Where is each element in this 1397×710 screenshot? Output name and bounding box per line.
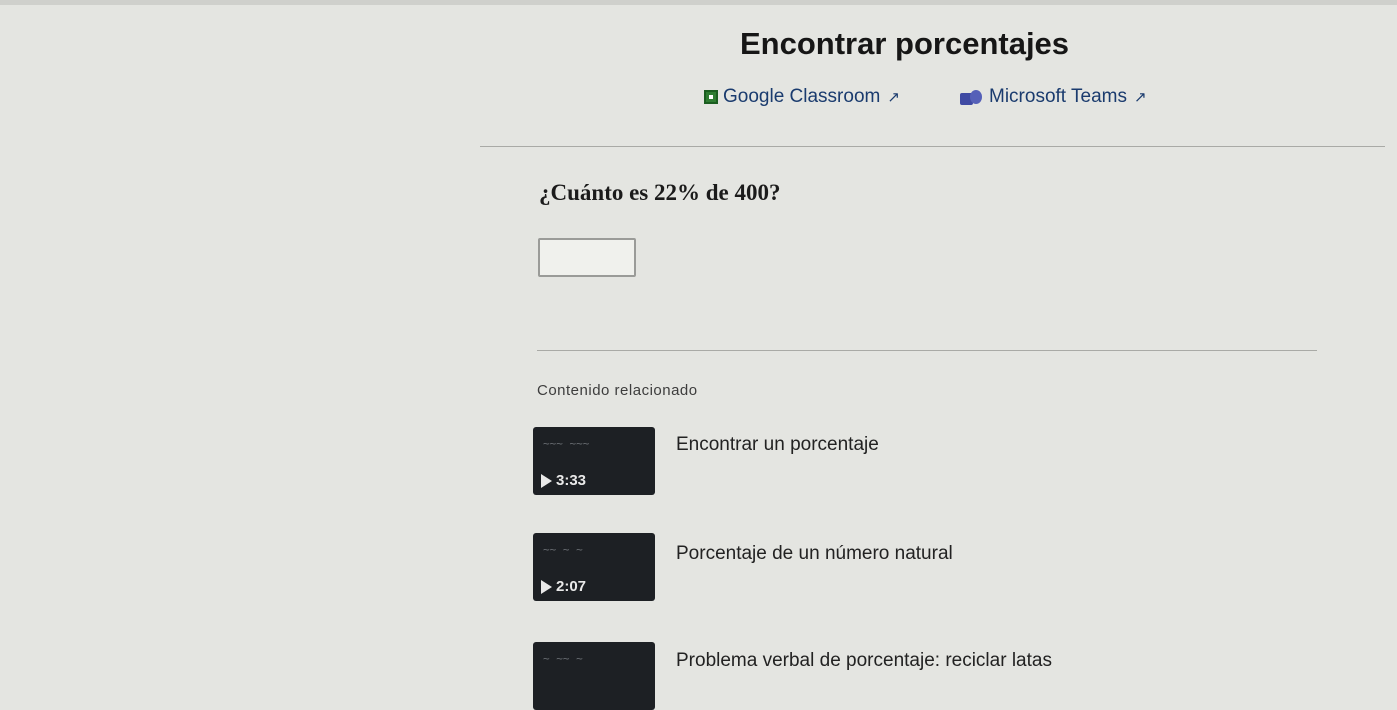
duration-label: 3:33 xyxy=(556,472,587,489)
answer-input[interactable] xyxy=(538,238,636,277)
thumbnail-scribble: ~ ~~ ~ xyxy=(543,652,583,665)
external-link-icon: ↗ xyxy=(887,89,900,106)
video-duration: 3:33 xyxy=(541,472,586,489)
exercise-title: Encontrar porcentajes xyxy=(740,26,1070,61)
external-link-icon: ↗ xyxy=(1133,89,1147,106)
play-icon xyxy=(541,473,552,488)
google-classroom-share-link[interactable]: Google Classroom ↗ xyxy=(704,86,900,108)
divider xyxy=(480,146,1385,147)
duration-label: 2:07 xyxy=(556,578,587,595)
related-content-heading: Contenido relacionado xyxy=(537,382,698,399)
google-classroom-label: Google Classroom xyxy=(723,86,881,107)
google-classroom-icon xyxy=(704,90,718,104)
divider xyxy=(537,350,1317,351)
video-thumbnail[interactable]: ~~ ~ ~ 2:07 xyxy=(533,533,655,601)
play-icon xyxy=(541,579,552,594)
question-text: ¿Cuánto es 22% de 400? xyxy=(539,180,781,205)
microsoft-teams-share-link[interactable]: Microsoft Teams ↗ xyxy=(960,86,1147,108)
top-border xyxy=(0,0,1397,5)
related-video-link[interactable]: Porcentaje de un número natural xyxy=(676,543,953,565)
video-thumbnail[interactable]: ~ ~~ ~ xyxy=(533,642,655,710)
related-video-link[interactable]: Encontrar un porcentaje xyxy=(676,434,879,456)
related-video-link[interactable]: Problema verbal de porcentaje: reciclar … xyxy=(676,650,1052,672)
microsoft-teams-icon xyxy=(960,89,984,105)
thumbnail-scribble: ~~ ~ ~ xyxy=(543,543,583,556)
video-duration: 2:07 xyxy=(541,578,586,595)
thumbnail-scribble: ~~~ ~~~ xyxy=(543,437,590,450)
microsoft-teams-label: Microsoft Teams xyxy=(989,86,1127,107)
video-thumbnail[interactable]: ~~~ ~~~ 3:33 xyxy=(533,427,655,495)
